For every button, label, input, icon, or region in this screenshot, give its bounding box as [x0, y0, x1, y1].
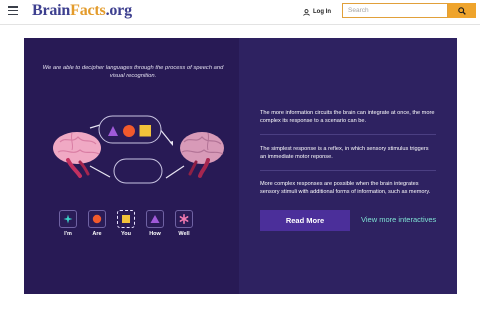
info-paragraph: The more information circuits the brain …: [260, 110, 435, 124]
key-are-button: [88, 210, 106, 228]
logo-facts: Facts: [70, 2, 106, 19]
key-well-button: [175, 210, 193, 228]
symbol-key-row: I'm Are You How Well: [59, 210, 229, 246]
read-more-button[interactable]: Read More: [260, 210, 350, 231]
info-pane: [239, 38, 457, 294]
square-icon: [122, 215, 130, 223]
key-you[interactable]: You: [117, 210, 135, 238]
brain-scene: [53, 115, 224, 184]
site-header: BrainFacts.org Log In: [0, 0, 480, 25]
brain-left-illustration: [53, 132, 101, 178]
view-more-interactives-link[interactable]: View more interactives: [361, 215, 436, 224]
circle-icon: [92, 214, 102, 224]
login-label: Log In: [313, 9, 331, 15]
key-im[interactable]: I'm: [59, 210, 77, 238]
user-icon: [303, 8, 310, 16]
key-label: You: [121, 231, 131, 237]
search-button[interactable]: [448, 3, 476, 18]
triangle-icon: [150, 215, 160, 223]
info-paragraph: More complex responses are possible when…: [260, 181, 431, 195]
key-im-button: [59, 210, 77, 228]
search-input[interactable]: [342, 3, 448, 18]
key-label: How: [149, 231, 161, 237]
logo-org: .org: [105, 2, 133, 19]
logo-brain: Brain: [32, 2, 71, 19]
divider: [260, 170, 436, 171]
hamburger-menu-icon[interactable]: [8, 6, 18, 16]
key-label: Are: [92, 231, 102, 237]
key-label: Well: [178, 231, 190, 237]
site-logo[interactable]: BrainFacts.org: [32, 2, 132, 20]
divider: [260, 134, 436, 135]
interactive-panel: We are able to decipher languages throug…: [24, 38, 457, 294]
square-icon: [139, 125, 151, 137]
arrow-left-lower: [89, 165, 111, 178]
asterisk-icon: [179, 214, 189, 224]
key-how[interactable]: How: [146, 210, 164, 238]
search-icon: [458, 6, 466, 15]
key-how-button: [146, 210, 164, 228]
login-link[interactable]: Log In: [303, 6, 331, 18]
info-paragraph: The simplest response is a reflex, in wh…: [260, 146, 429, 160]
key-are[interactable]: Are: [88, 210, 106, 238]
key-label: I'm: [64, 231, 72, 237]
speech-bubble-top: [98, 115, 162, 144]
key-you-button: [117, 210, 135, 228]
circle-icon: [123, 125, 135, 137]
speech-bubble-empty: [113, 158, 163, 184]
key-well[interactable]: Well: [175, 210, 193, 238]
brain-right-illustration: [180, 132, 224, 178]
star-icon: [63, 214, 73, 224]
